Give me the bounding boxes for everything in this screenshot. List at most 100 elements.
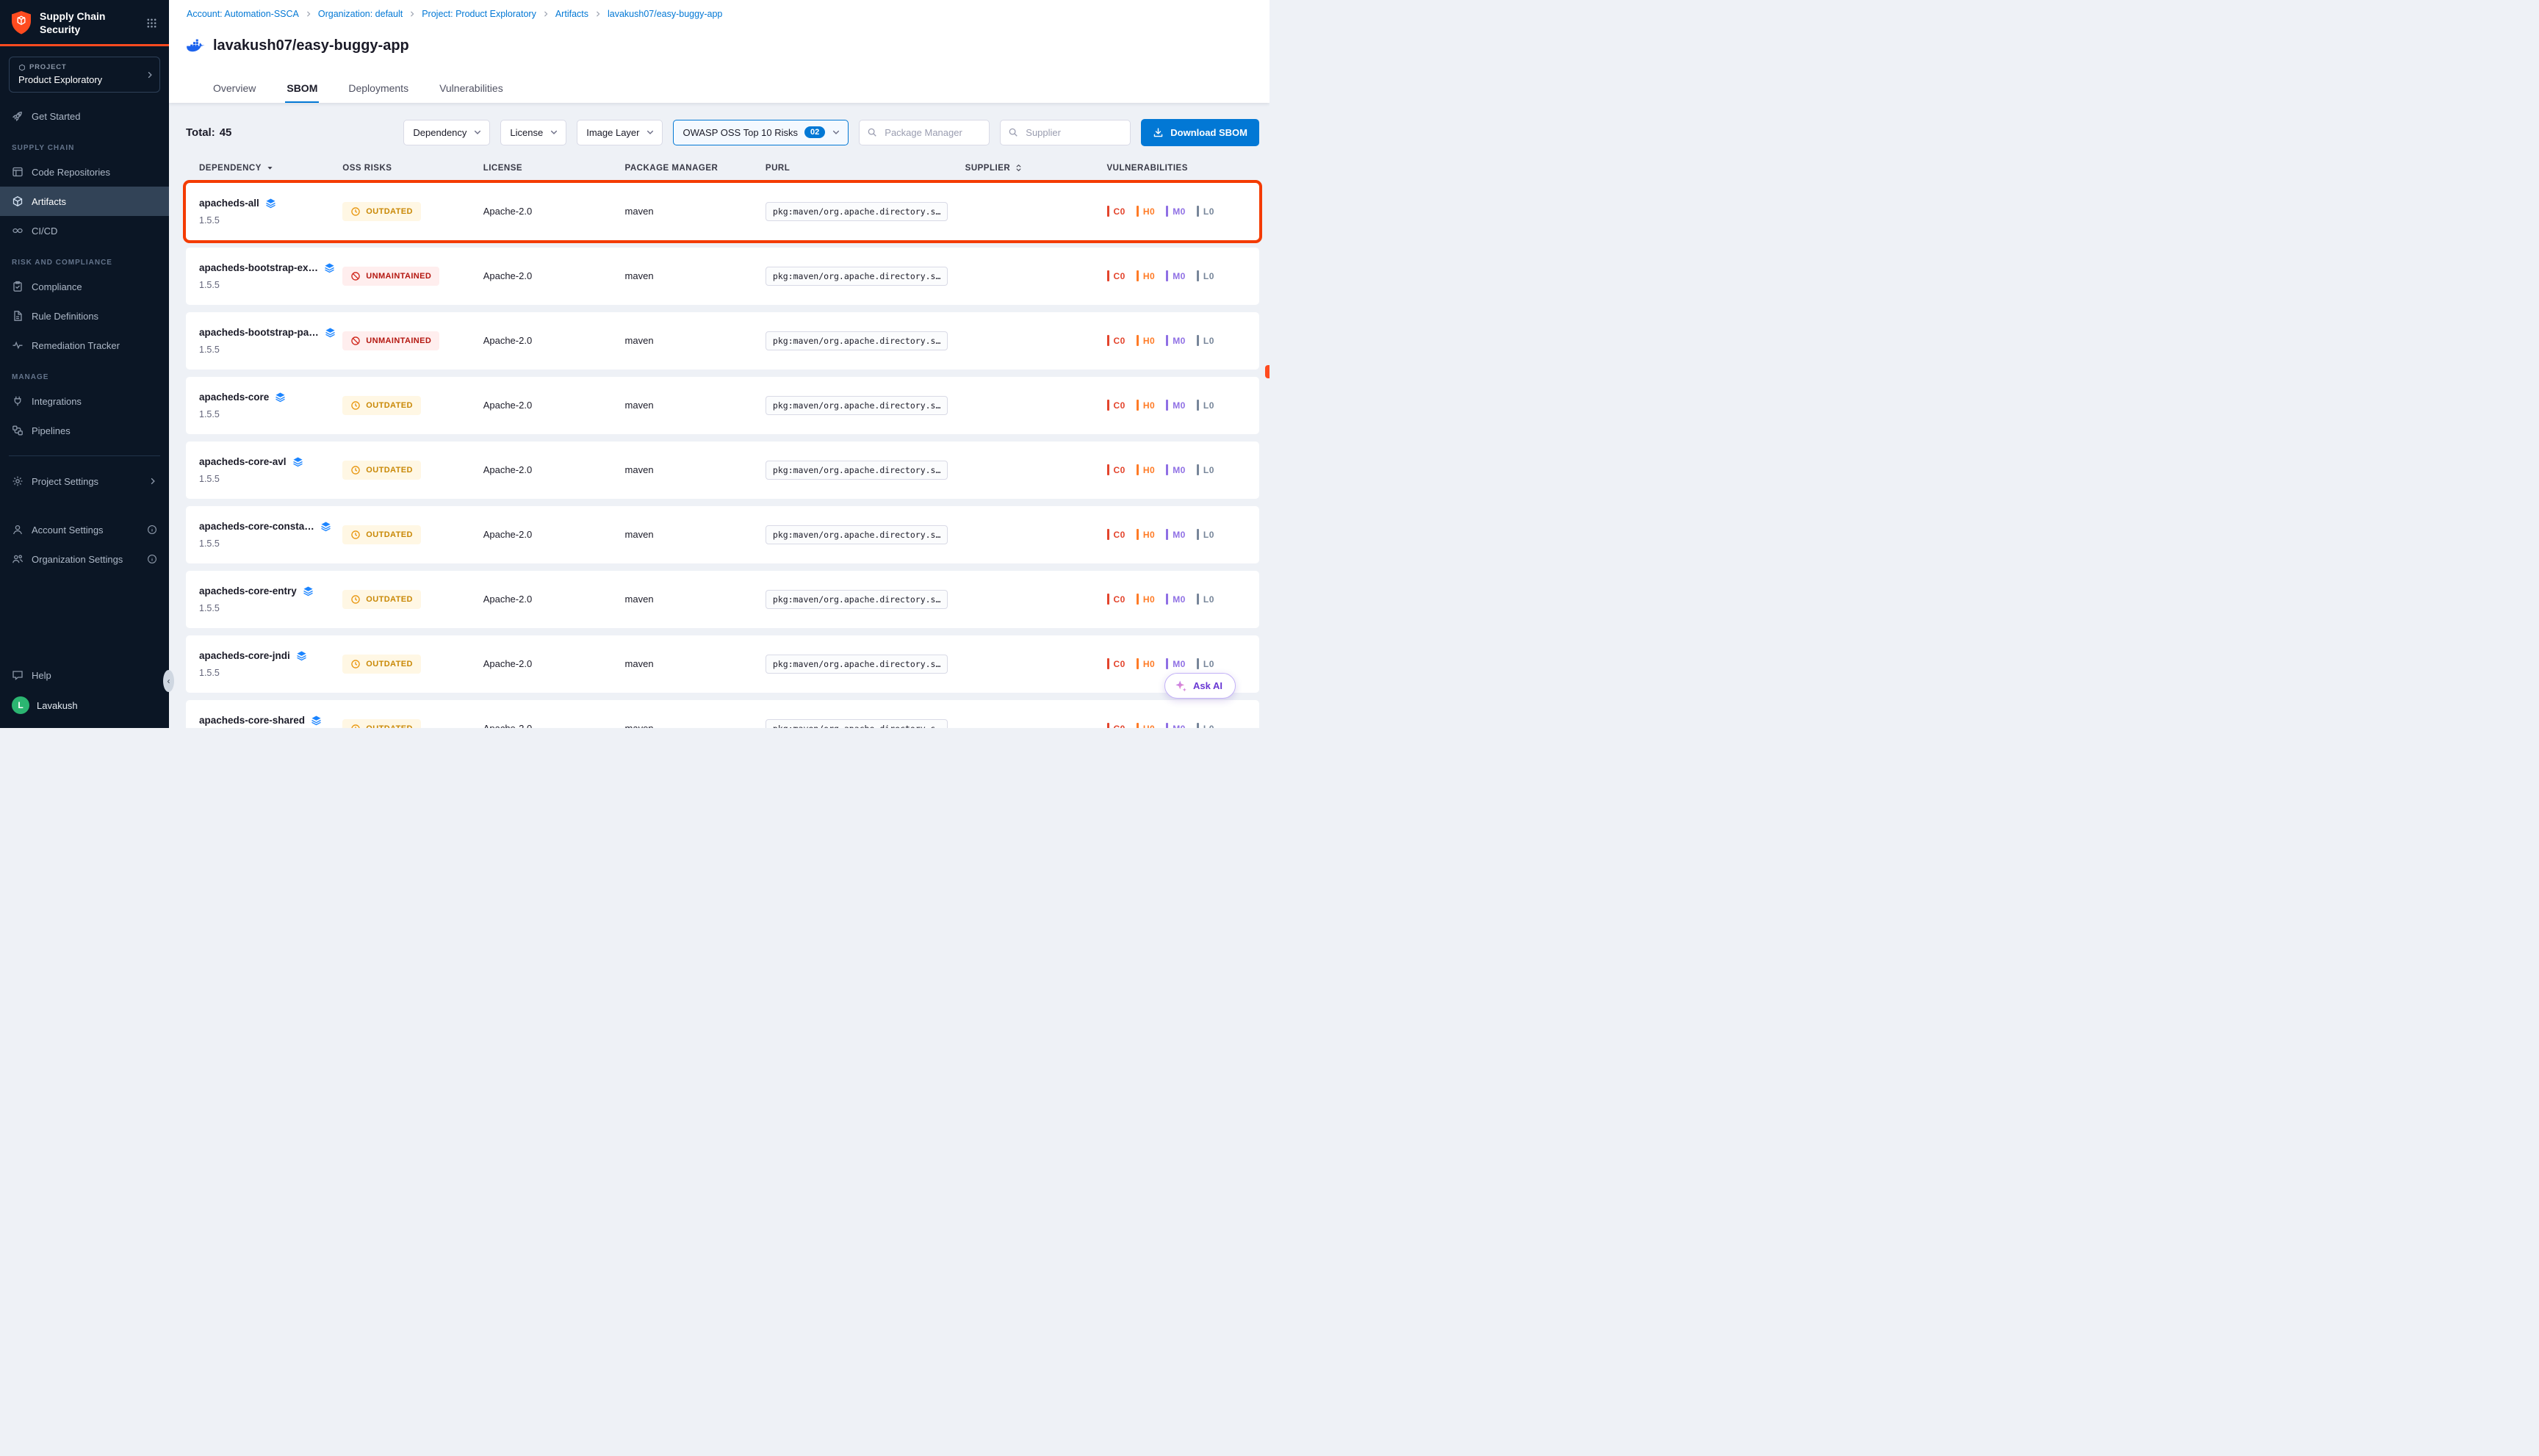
license-value: Apache-2.0 xyxy=(483,700,625,728)
sidebar-item-label: Get Started xyxy=(32,111,80,122)
dependency-name[interactable]: apacheds-core-entry xyxy=(199,585,297,597)
breadcrumb-item[interactable]: Account: Automation-SSCA xyxy=(187,9,299,19)
table-row[interactable]: apacheds-core-avl1.5.5OUTDATEDApache-2.0… xyxy=(186,442,1259,499)
dependency-name[interactable]: apacheds-bootstrap-pa… xyxy=(199,327,319,338)
purl-value[interactable]: pkg:maven/org.apache.directory.s… xyxy=(766,719,948,728)
dependency-name[interactable]: apacheds-core-shared xyxy=(199,715,305,726)
table-row[interactable]: apacheds-core-entry1.5.5OUTDATEDApache-2… xyxy=(186,571,1259,628)
purl-value[interactable]: pkg:maven/org.apache.directory.s… xyxy=(766,267,948,286)
dependency-version: 1.5.5 xyxy=(199,474,342,484)
supplier-input[interactable] xyxy=(1024,126,1123,139)
clock-icon xyxy=(350,206,361,217)
user-icon xyxy=(12,524,24,536)
sidebar-item-compliance[interactable]: Compliance xyxy=(0,272,169,301)
dependency-version: 1.5.5 xyxy=(199,215,342,226)
vuln-count-c: C0 xyxy=(1107,529,1126,540)
purl-value[interactable]: pkg:maven/org.apache.directory.s… xyxy=(766,202,948,221)
tab-vulnerabilities[interactable]: Vulnerabilities xyxy=(438,76,505,103)
dependency-name[interactable]: apacheds-bootstrap-ex… xyxy=(199,262,318,273)
column-header-vulnerabilities[interactable]: VULNERABILITIES xyxy=(1107,164,1260,173)
layers-icon xyxy=(275,392,286,403)
package-manager-search[interactable] xyxy=(859,120,990,145)
filter-license[interactable]: License xyxy=(500,120,566,145)
table-row[interactable]: apacheds-bootstrap-ex…1.5.5UNMAINTAINEDA… xyxy=(186,248,1259,305)
supplier-search[interactable] xyxy=(1000,120,1131,145)
pipelines-icon xyxy=(12,425,24,436)
sidebar-item-rule-definitions[interactable]: Rule Definitions xyxy=(0,301,169,331)
purl-value[interactable]: pkg:maven/org.apache.directory.s… xyxy=(766,461,948,480)
sidebar-item-account-settings[interactable]: Account Settings xyxy=(0,515,169,544)
purl-value[interactable]: pkg:maven/org.apache.directory.s… xyxy=(766,590,948,609)
vuln-count-m: M0 xyxy=(1166,723,1186,728)
search-icon xyxy=(1008,127,1018,137)
column-header-oss-risks[interactable]: OSS RISKS xyxy=(342,164,483,173)
clock-icon xyxy=(350,400,361,411)
vuln-count-l: L0 xyxy=(1197,658,1214,669)
sidebar-item-project-settings[interactable]: Project Settings xyxy=(0,466,169,496)
sidebar-item-remediation-tracker[interactable]: Remediation Tracker xyxy=(0,331,169,360)
user-menu[interactable]: L Lavakush xyxy=(0,690,169,721)
purl-value[interactable]: pkg:maven/org.apache.directory.s… xyxy=(766,331,948,350)
table-row[interactable]: apacheds-bootstrap-pa…1.5.5UNMAINTAINEDA… xyxy=(186,312,1259,370)
rocket-icon xyxy=(12,110,24,122)
app-switcher-grid-icon[interactable] xyxy=(145,16,159,30)
sidebar-item-ci-cd[interactable]: CI/CD xyxy=(0,216,169,245)
vulnerability-counts: C0H0M0L0 xyxy=(1107,377,1260,434)
download-sbom-button[interactable]: Download SBOM xyxy=(1141,119,1259,146)
sidebar-item-pipelines[interactable]: Pipelines xyxy=(0,416,169,445)
dependency-name[interactable]: apacheds-core-jndi xyxy=(199,650,290,661)
breadcrumb-item[interactable]: Project: Product Exploratory xyxy=(422,9,536,19)
vuln-count-m: M0 xyxy=(1166,594,1186,605)
oss-risk-label: UNMAINTAINED xyxy=(366,336,431,345)
column-header-purl[interactable]: PURL xyxy=(766,164,965,173)
filter-owasp-oss-top-10-risks[interactable]: OWASP OSS Top 10 Risks02 xyxy=(673,120,849,145)
filter-image-layer[interactable]: Image Layer xyxy=(577,120,663,145)
sidebar-item-code-repositories[interactable]: Code Repositories xyxy=(0,157,169,187)
column-header-dependency[interactable]: DEPENDENCY xyxy=(186,164,342,173)
sidebar-item-organization-settings[interactable]: Organization Settings xyxy=(0,544,169,574)
breadcrumb-item[interactable]: Organization: default xyxy=(318,9,403,19)
table-row[interactable]: apacheds-core-shared1.5.5OUTDATEDApache-… xyxy=(186,700,1259,728)
dependency-name[interactable]: apacheds-core-consta… xyxy=(199,521,314,532)
column-header-package-manager[interactable]: PACKAGE MANAGER xyxy=(625,164,766,173)
oss-risk-label: OUTDATED xyxy=(366,724,413,728)
tab-overview[interactable]: Overview xyxy=(212,76,257,103)
app-logo-shield-icon xyxy=(10,10,32,35)
vuln-count-c: C0 xyxy=(1107,594,1126,605)
table-row[interactable]: apacheds-all1.5.5OUTDATEDApache-2.0maven… xyxy=(186,183,1259,240)
sidebar-item-artifacts[interactable]: Artifacts xyxy=(0,187,169,216)
dependency-name[interactable]: apacheds-core-avl xyxy=(199,456,287,467)
package-manager-input[interactable] xyxy=(883,126,982,139)
scroll-position-marker[interactable] xyxy=(1265,365,1270,378)
sidebar-item-integrations[interactable]: Integrations xyxy=(0,386,169,416)
supplier-value xyxy=(965,248,1107,305)
purl-value[interactable]: pkg:maven/org.apache.directory.s… xyxy=(766,525,948,544)
vuln-count-l: L0 xyxy=(1197,594,1214,605)
oss-risk-badge: OUTDATED xyxy=(342,461,421,480)
vuln-count-h: H0 xyxy=(1137,270,1155,281)
table-row[interactable]: apacheds-core-consta…1.5.5OUTDATEDApache… xyxy=(186,506,1259,563)
filter-dependency[interactable]: Dependency xyxy=(403,120,490,145)
oss-risk-badge: OUTDATED xyxy=(342,202,421,221)
table-row[interactable]: apacheds-core1.5.5OUTDATEDApache-2.0mave… xyxy=(186,377,1259,434)
sidebar-collapse-handle[interactable]: ‹ xyxy=(163,670,174,692)
breadcrumb-item[interactable]: lavakush07/easy-buggy-app xyxy=(608,9,722,19)
column-header-license[interactable]: LICENSE xyxy=(483,164,625,173)
dependency-name[interactable]: apacheds-all xyxy=(199,198,259,209)
oss-risk-badge: OUTDATED xyxy=(342,590,421,609)
compliance-icon xyxy=(12,281,24,292)
ask-ai-button[interactable]: Ask AI xyxy=(1164,673,1236,699)
tab-sbom[interactable]: SBOM xyxy=(285,76,319,103)
breadcrumb-item[interactable]: Artifacts xyxy=(555,9,588,19)
tab-deployments[interactable]: Deployments xyxy=(347,76,410,103)
dependency-name[interactable]: apacheds-core xyxy=(199,392,269,403)
sidebar-item-get-started[interactable]: Get Started xyxy=(0,101,169,131)
table-row[interactable]: apacheds-core-jndi1.5.5OUTDATEDApache-2.… xyxy=(186,635,1259,693)
column-header-supplier[interactable]: SUPPLIER xyxy=(965,164,1107,173)
chevron-down-icon xyxy=(832,128,840,137)
sidebar-item-help[interactable]: Help xyxy=(0,660,169,690)
purl-value[interactable]: pkg:maven/org.apache.directory.s… xyxy=(766,396,948,415)
purl-value[interactable]: pkg:maven/org.apache.directory.s… xyxy=(766,655,948,674)
vuln-count-h: H0 xyxy=(1137,464,1155,475)
project-selector[interactable]: PROJECT Product Exploratory xyxy=(9,57,160,93)
